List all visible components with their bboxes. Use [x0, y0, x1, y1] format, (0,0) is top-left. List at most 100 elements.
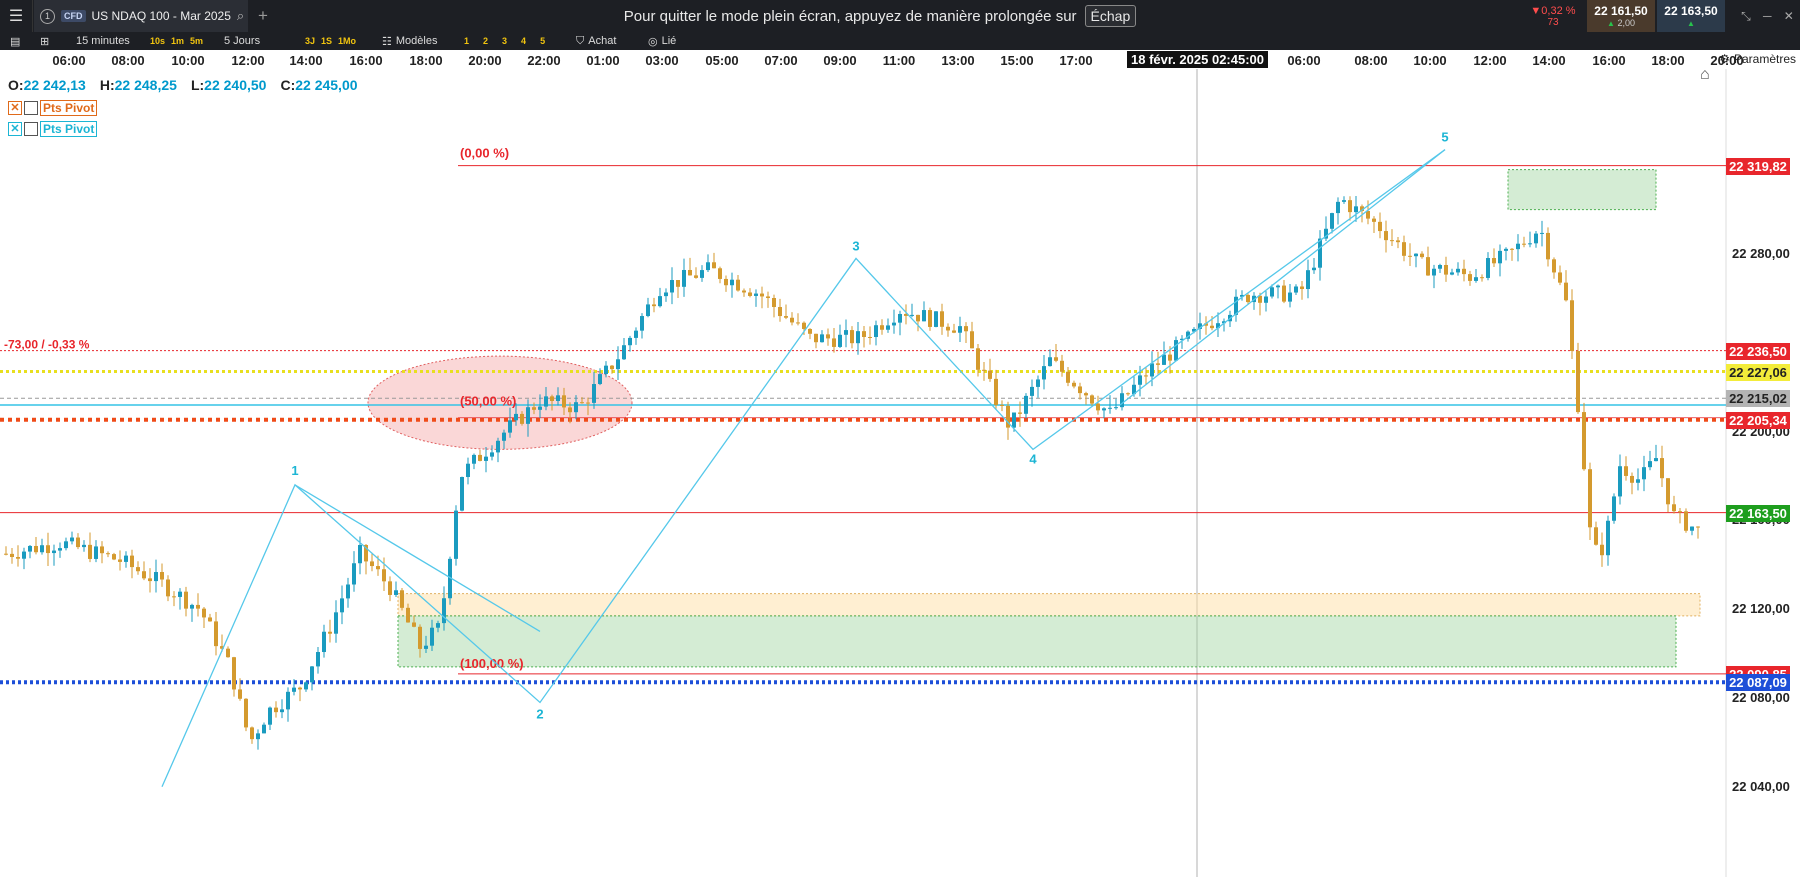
candle-body: [304, 682, 308, 690]
time-tick-label: 07:00: [764, 53, 798, 68]
collapse-icon[interactable]: ⤡: [1741, 9, 1751, 24]
candle-body: [16, 557, 20, 559]
price-tag: 22 236,50: [1726, 342, 1790, 360]
sell-price-button[interactable]: 22 161,50 ▲ 2,00: [1587, 0, 1655, 32]
chart-area[interactable]: 06:00 08:00 10:00 12:00 14:00 16:00 18:00 20:00…: [0, 50, 1800, 877]
candle-body: [124, 555, 128, 562]
link-label: Lié: [661, 35, 677, 47]
add-tab-button[interactable]: +: [252, 0, 274, 32]
candle-body: [916, 314, 920, 322]
candle-body: [418, 626, 422, 649]
candle-body: [742, 290, 746, 293]
models-button[interactable]: ☷ Modèles: [382, 32, 437, 50]
candle-body: [616, 359, 620, 370]
candle-body: [64, 541, 68, 549]
candle-body: [574, 402, 578, 413]
candle-body: [322, 631, 326, 653]
slot-4-button[interactable]: 4: [521, 36, 526, 46]
close-icon[interactable]: ✕: [1784, 9, 1794, 23]
candle-body: [4, 553, 8, 555]
candle-body: [580, 402, 584, 404]
candle-body: [922, 310, 926, 322]
candle-body: [76, 537, 80, 548]
candle-body: [760, 293, 764, 297]
candle-body: [1108, 407, 1112, 409]
candle-body: [1354, 206, 1358, 213]
interval-1m-button[interactable]: 1m: [171, 36, 184, 46]
link-button[interactable]: ◎ Lié: [648, 32, 676, 50]
range-1mo-button[interactable]: 1Mo: [338, 36, 356, 46]
candle-body: [1162, 354, 1166, 365]
pivot-legend-label[interactable]: Pts Pivot: [40, 121, 98, 137]
indicator-style-icon[interactable]: [24, 122, 38, 136]
candle-body: [808, 328, 812, 334]
time-tick-label: 10:00: [171, 53, 205, 68]
candle-body: [1390, 240, 1394, 242]
remove-indicator-icon[interactable]: ✕: [8, 122, 22, 136]
candle-body: [256, 733, 260, 740]
wave-label-1: 1: [291, 463, 298, 478]
search-icon[interactable]: ⌕: [237, 8, 244, 24]
settings-button[interactable]: ⚙ Paramètres: [1719, 52, 1796, 66]
candle-body: [202, 608, 206, 618]
candle-body: [1402, 242, 1406, 256]
candle-body: [1012, 412, 1016, 428]
candle-body: [748, 292, 752, 296]
candle-body: [790, 317, 794, 323]
fullscreen-message-text: Pour quitter le mode plein écran, appuye…: [623, 7, 1077, 25]
spread-text: 2,00: [1617, 18, 1635, 28]
range-3j-button[interactable]: 3J: [305, 36, 315, 46]
candle-body: [634, 330, 638, 338]
candle-body: [1378, 221, 1382, 232]
candle-body: [496, 440, 500, 453]
buy-button[interactable]: ⛉ Achat: [576, 32, 616, 50]
candle-body: [466, 463, 470, 478]
candle-body: [1522, 243, 1526, 245]
interval-10s-button[interactable]: 10s: [150, 36, 165, 46]
slot-5-button[interactable]: 5: [540, 36, 545, 46]
sidebar-toggle-icon[interactable]: ▤: [10, 32, 20, 50]
candle-body: [40, 545, 44, 553]
candle-body: [244, 698, 248, 728]
candle-body: [346, 584, 350, 599]
interval-select[interactable]: 15 minutes: [76, 32, 130, 50]
time-tick-label: 03:00: [645, 53, 679, 68]
candle-body: [1276, 285, 1280, 288]
slot-2-button[interactable]: 2: [483, 36, 488, 46]
indicator-style-icon[interactable]: [24, 101, 38, 115]
candle-body: [460, 477, 464, 511]
candle-body: [832, 338, 836, 347]
candle-body: [844, 330, 848, 335]
interval-5m-button[interactable]: 5m: [190, 36, 203, 46]
layout-grid-icon[interactable]: ⊞: [40, 32, 49, 50]
candle-body: [1318, 238, 1322, 268]
price-chart[interactable]: (0,00 %) (50,00 %) (100,00 %) -73,00 / -0,3…: [0, 69, 1800, 877]
chart-tab[interactable]: 1 CFD US NDAQ 100 - Mar 2025 ⌕: [34, 0, 248, 32]
candle-body: [964, 326, 968, 332]
candle-body: [232, 657, 236, 690]
range-select[interactable]: 5 Jours: [224, 32, 260, 50]
candle-body: [58, 548, 62, 551]
candle-body: [532, 407, 536, 410]
pivot-legend-label[interactable]: Pts Pivot: [40, 100, 98, 116]
hamburger-menu-icon[interactable]: ☰: [0, 0, 33, 32]
slot-3-button[interactable]: 3: [502, 36, 507, 46]
candle-body: [976, 348, 980, 370]
buy-price-button[interactable]: 22 163,50 ▲: [1657, 0, 1725, 32]
candle-body: [388, 581, 392, 595]
candle-body: [1678, 511, 1682, 513]
candle-body: [1474, 277, 1478, 281]
candle-body: [130, 555, 134, 568]
range-1s-button[interactable]: 1S: [321, 36, 332, 46]
remove-indicator-icon[interactable]: ✕: [8, 101, 22, 115]
home-icon[interactable]: ⌂: [1700, 66, 1710, 84]
candle-body: [994, 378, 998, 405]
candle-body: [1642, 467, 1646, 480]
candle-body: [1684, 511, 1688, 531]
ask-indicator: ▲: [1687, 18, 1695, 28]
minimize-icon[interactable]: ─: [1763, 9, 1772, 23]
candle-body: [46, 545, 50, 554]
slot-1-button[interactable]: 1: [464, 36, 469, 46]
window-controls: ⤡ ─ ✕: [1735, 0, 1800, 32]
candle-body: [484, 456, 488, 461]
